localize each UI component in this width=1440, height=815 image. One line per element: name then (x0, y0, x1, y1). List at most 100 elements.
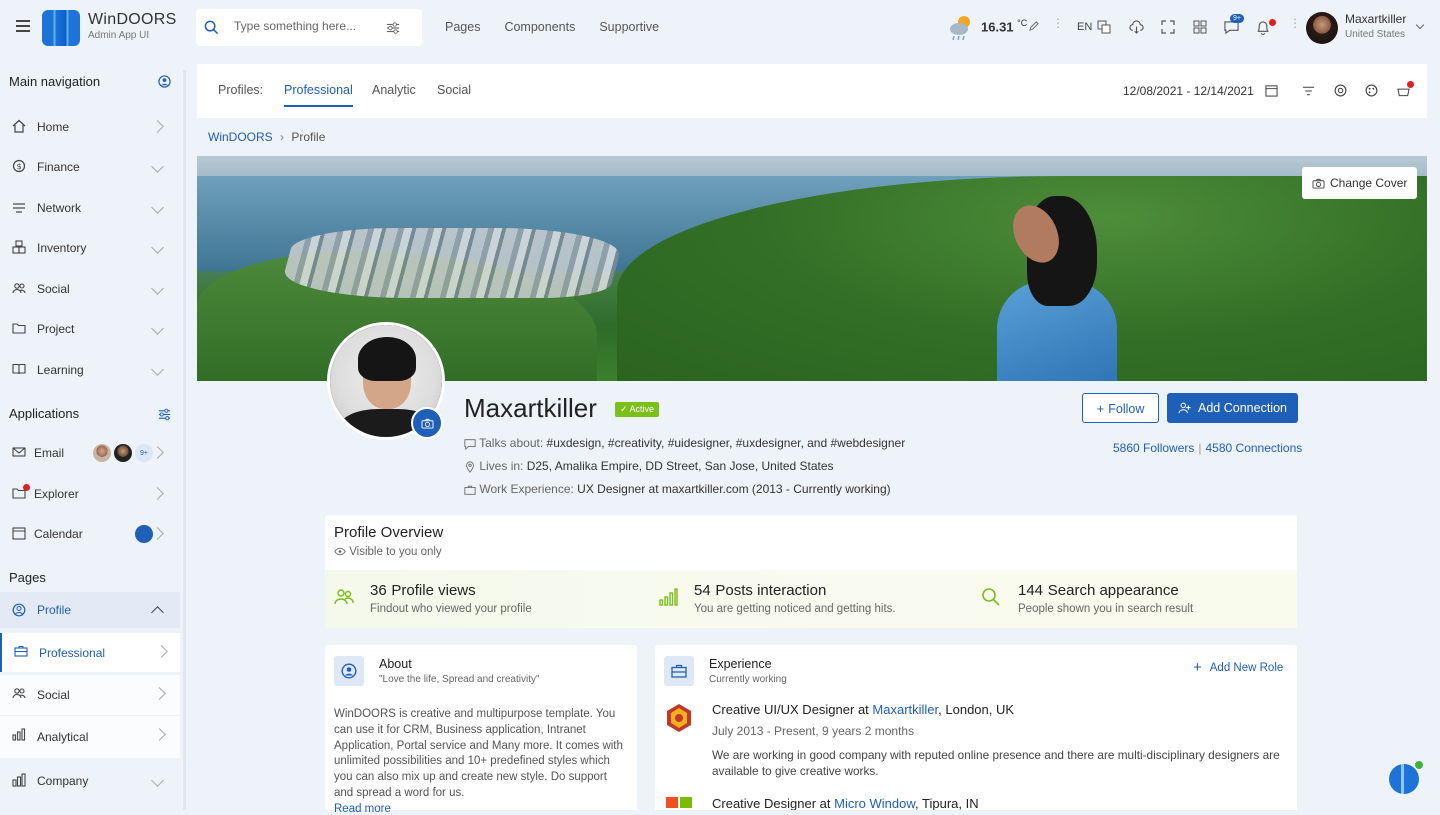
breadcrumb: WinDOORS › Profile (208, 130, 325, 144)
about-title: About (379, 657, 412, 671)
follow-button[interactable]: + Follow (1082, 393, 1159, 423)
sidebar-item-inventory[interactable]: Inventory (0, 229, 180, 267)
people-icon (334, 589, 354, 605)
applications-heading: Applications (9, 406, 80, 421)
job-role: Creative UI/UX Designer at (712, 702, 873, 717)
profile-overview-card: Profile Overview Visible to you only 36 … (325, 515, 1297, 628)
brand: WinDOORS Admin App UI (88, 11, 177, 41)
add-new-role-button[interactable]: + Add New Role (1193, 659, 1283, 676)
sidebar-item-label: Explorer (34, 487, 79, 501)
sidebar-item-social-page[interactable]: Social (0, 675, 180, 715)
connections-link[interactable]: 4580 Connections (1206, 441, 1303, 455)
nav-pages[interactable]: Pages (445, 20, 480, 34)
sidebar-item-email[interactable]: Email 9+ (0, 434, 180, 472)
sidebar-item-network[interactable]: Network (0, 189, 180, 227)
stat-description: You are getting noticed and getting hits… (694, 603, 896, 615)
fullscreen-icon[interactable] (1161, 20, 1175, 34)
cloud-download-icon[interactable] (1129, 20, 1144, 35)
breadcrumb-root[interactable]: WinDOORS (208, 130, 273, 144)
chevron-down-icon[interactable] (1415, 20, 1425, 30)
sidebar-item-label: Inventory (37, 241, 87, 255)
people-icon (12, 688, 26, 699)
tab-social[interactable]: Social (437, 83, 471, 97)
read-more-link[interactable]: Read more (334, 803, 391, 815)
add-connection-button[interactable]: Add Connection (1167, 393, 1298, 423)
search-input[interactable] (234, 19, 384, 33)
tab-analytic[interactable]: Analytic (372, 83, 416, 97)
envelope-icon (12, 447, 26, 457)
app-name: WinDOORS (88, 11, 177, 28)
add-role-label: Add New Role (1209, 662, 1284, 674)
job-role: Creative Designer at (712, 796, 835, 810)
breadcrumb-current: Profile (291, 130, 326, 144)
people-icon (12, 283, 26, 294)
filter-icon[interactable] (1302, 85, 1315, 97)
change-avatar-button[interactable] (411, 407, 443, 439)
add-user-icon (1178, 402, 1191, 414)
change-cover-button[interactable]: Change Cover (1302, 167, 1418, 199)
temperature: 16.31 °C (981, 18, 1027, 34)
sidebar-scrollbar[interactable] (183, 70, 186, 810)
apps-grid-icon[interactable] (1193, 20, 1207, 34)
chat-launcher-button[interactable] (1389, 764, 1419, 794)
sidebar-item-social[interactable]: Social (0, 270, 180, 308)
language-code[interactable]: EN (1077, 21, 1092, 33)
eye-icon (334, 548, 346, 556)
sidebar-item-company[interactable]: Company (0, 762, 180, 800)
user-name[interactable]: Maxartkiller (1345, 12, 1406, 26)
main-navigation-heading: Main navigation (9, 74, 101, 89)
stat-profile-views[interactable]: 36 Profile views Findout who viewed your… (370, 580, 532, 615)
date-range[interactable]: 12/08/2021 - 12/14/2021 (1123, 84, 1254, 98)
temp-unit: °C (1017, 18, 1028, 28)
stat-number: 54 (694, 582, 711, 599)
stat-number: 36 (370, 582, 387, 599)
job-company-link[interactable]: Micro Window (834, 796, 915, 810)
stat-posts-interaction[interactable]: 54 Posts interaction You are getting not… (694, 580, 896, 615)
talks-label: Talks about: (479, 436, 544, 450)
job-company-link[interactable]: Maxartkiller (872, 702, 938, 717)
sidebar-item-finance[interactable]: $ Finance (0, 148, 180, 186)
edit-icon[interactable] (1028, 21, 1039, 32)
briefcase-icon (14, 646, 28, 657)
lives-value: D25, Amalika Empire, DD Street, San Jose… (526, 459, 834, 473)
nav-supportive[interactable]: Supportive (599, 20, 659, 34)
menu-icon[interactable] (16, 20, 30, 32)
user-location: United States (1345, 29, 1406, 40)
user-avatar[interactable] (1306, 12, 1338, 44)
sidebar-item-learning[interactable]: Learning (0, 351, 180, 389)
experience-subtitle: Currently working (709, 674, 787, 685)
nav-components[interactable]: Components (504, 20, 575, 34)
sidebar-item-explorer[interactable]: Explorer (0, 475, 180, 513)
search-icon (982, 588, 1000, 606)
sidebar-item-professional[interactable]: Professional (0, 633, 180, 672)
translate-icon[interactable] (1097, 20, 1111, 34)
sidebar-item-label: Home (37, 120, 70, 134)
sidebar-item-calendar[interactable]: Calendar (0, 515, 180, 553)
sidebar-item-label: Finance (37, 160, 80, 174)
filter-sliders-icon[interactable] (386, 21, 400, 35)
about-quote: "Love the life, Spread and creativity" (379, 674, 540, 685)
followers-link[interactable]: 5860 Followers (1113, 441, 1194, 455)
lifebuoy-icon[interactable] (1334, 84, 1347, 97)
chevron-down-icon (151, 774, 164, 787)
settings-sliders-icon[interactable] (158, 408, 171, 421)
sidebar-item-project[interactable]: Project (0, 310, 180, 348)
chevron-down-icon (151, 282, 164, 295)
pages-heading: Pages (9, 570, 46, 585)
more-vertical-icon[interactable]: ⋮ (1289, 16, 1301, 30)
sidebar-item-profile[interactable]: Profile (0, 592, 180, 628)
online-status-dot (1415, 761, 1423, 769)
tab-professional[interactable]: Professional (284, 83, 353, 107)
calendar-icon[interactable] (1265, 84, 1278, 97)
sidebar-item-analytical[interactable]: Analytical (0, 716, 180, 758)
sidebar: Main navigation Home $ Finance Network I… (0, 64, 180, 810)
building-chart-icon (12, 773, 26, 787)
explorer-alert-dot (23, 484, 30, 491)
bell-icon[interactable] (1256, 20, 1270, 35)
more-vertical-icon[interactable]: ⋮ (1052, 16, 1064, 30)
sidebar-item-home[interactable]: Home (0, 108, 180, 146)
stat-search-appearance[interactable]: 144 Search appearance People shown you i… (1018, 580, 1193, 615)
palette-icon[interactable] (1365, 84, 1378, 97)
chevron-right-icon (153, 728, 166, 741)
user-circle-icon[interactable] (158, 75, 171, 88)
